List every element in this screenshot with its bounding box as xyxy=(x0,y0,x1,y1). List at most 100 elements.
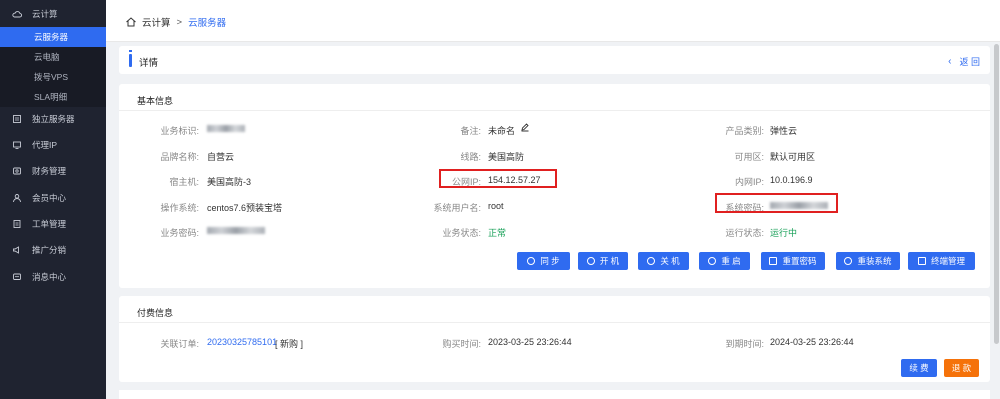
note-label: 备注: xyxy=(460,126,481,136)
cloud-icon xyxy=(12,9,22,19)
sidebar-item-label: 工单管理 xyxy=(32,219,67,229)
ticket-icon xyxy=(12,219,22,229)
topbar: 云计算 > 云服务器 xyxy=(106,0,1000,42)
host-value: 美国高防-3 xyxy=(207,177,252,187)
sidebar-item-ticket[interactable]: 工单管理 xyxy=(0,214,106,234)
buy-time-label: 购买时间: xyxy=(442,339,481,349)
megaphone-icon xyxy=(12,245,22,255)
scrollbar[interactable] xyxy=(993,42,1000,399)
breadcrumb: 云计算 > 云服务器 xyxy=(120,15,226,29)
divider xyxy=(119,322,990,323)
sidebar-item-proxy-ip[interactable]: 代理IP xyxy=(0,135,106,155)
sidebar-subitem-dial-vps[interactable]: 拨号VPS xyxy=(0,67,106,87)
sidebar-subitem-cloud-pc[interactable]: 云电脑 xyxy=(0,47,106,67)
restart-button[interactable]: 重 启 xyxy=(699,252,750,270)
breadcrumb-current: 云服务器 xyxy=(188,18,227,29)
user-icon xyxy=(12,193,22,203)
refund-button[interactable]: 退 款 xyxy=(944,359,979,377)
edit-icon[interactable] xyxy=(520,122,530,134)
cloud-icon xyxy=(844,257,853,265)
home-icon[interactable] xyxy=(125,16,137,28)
buy-time-value: 2023-03-25 23:26:44 xyxy=(488,337,572,347)
private-ip-value: 10.0.196.9 xyxy=(770,175,813,185)
reinstall-label: 重装系统 xyxy=(857,256,892,266)
sys-user-value: root xyxy=(488,201,504,211)
chevron-left-icon: ‹ xyxy=(948,56,952,67)
sidebar-group-label: 云计算 xyxy=(32,9,58,19)
run-status-label: 运行状态: xyxy=(725,228,764,238)
scrollbar-thumb[interactable] xyxy=(994,44,999,344)
sync-label: 同 步 xyxy=(540,256,560,266)
host-label: 宿主机: xyxy=(169,177,199,187)
renew-button[interactable]: 续 费 xyxy=(901,359,937,377)
basic-info-title: 基本信息 xyxy=(137,96,174,106)
expire-time-value: 2024-03-25 23:26:44 xyxy=(770,337,854,347)
basic-info-card: 基本信息 业务标识: 备注: 未命名 产品类别: 弹性云 品牌名称: 自营云 线… xyxy=(119,84,990,288)
sidebar-item-dedicated[interactable]: 独立服务器 xyxy=(0,109,106,129)
sidebar-item-member[interactable]: 会员中心 xyxy=(0,188,106,208)
breadcrumb-separator: > xyxy=(176,16,183,28)
sidebar-item-label: 代理IP xyxy=(32,140,58,150)
terminal-label: 终端管理 xyxy=(930,256,965,266)
power-off-label: 关 机 xyxy=(660,256,680,266)
sidebar-item-label: 独立服务器 xyxy=(32,114,75,124)
private-ip-label: 内网IP: xyxy=(734,177,764,187)
run-status-value: 运行中 xyxy=(770,228,798,238)
category-value: 弹性云 xyxy=(770,126,798,136)
next-card-edge xyxy=(119,390,990,399)
restart-icon xyxy=(708,257,717,265)
monitor-icon xyxy=(12,140,22,150)
power-on-label: 开 机 xyxy=(599,256,620,266)
zone-label: 可用区: xyxy=(734,152,764,162)
back-label: 返 回 xyxy=(959,57,980,67)
expire-time-label: 到期时间: xyxy=(725,339,764,349)
order-link[interactable]: 20230325785101 xyxy=(207,337,277,347)
lock-icon xyxy=(769,257,778,265)
pay-info-title: 付费信息 xyxy=(137,308,174,318)
reinstall-button[interactable]: 重装系统 xyxy=(836,252,900,270)
order-label: 关联订单: xyxy=(160,339,199,349)
brand-value: 自营云 xyxy=(207,152,235,162)
sync-button[interactable]: 同 步 xyxy=(517,252,570,270)
biz-status-value: 正常 xyxy=(488,228,507,238)
biz-pwd-label: 业务密码: xyxy=(160,228,199,238)
sidebar-item-finance[interactable]: 财务管理 xyxy=(0,161,106,181)
server-icon xyxy=(12,114,22,124)
brand-label: 品牌名称: xyxy=(160,152,199,162)
power-on-button[interactable]: 开 机 xyxy=(578,252,628,270)
pay-info-card: 付费信息 关联订单: 20230325785101 [ 新购 ] 购买时间: 2… xyxy=(119,296,990,382)
divider xyxy=(119,110,990,111)
restart-label: 重 启 xyxy=(721,256,741,266)
sidebar-item-label: 消息中心 xyxy=(32,272,67,282)
sidebar-item-label: 财务管理 xyxy=(32,166,67,176)
note-value: 未命名 xyxy=(488,126,516,136)
finance-icon xyxy=(12,166,22,176)
biz-pwd-value xyxy=(207,227,265,234)
sidebar-group-cloud[interactable]: 云计算 xyxy=(0,4,106,24)
info-icon xyxy=(129,50,132,67)
sidebar-item-label: 推广分销 xyxy=(32,245,67,255)
power-off-button[interactable]: 关 机 xyxy=(638,252,689,270)
breadcrumb-root[interactable]: 云计算 xyxy=(142,15,171,29)
biz-id-value xyxy=(207,125,245,132)
sidebar-item-message[interactable]: 消息中心 xyxy=(0,267,106,287)
sidebar-item-affiliate[interactable]: 推广分销 xyxy=(0,240,106,260)
sidebar-item-label: 会员中心 xyxy=(32,193,67,203)
message-icon xyxy=(12,272,22,282)
biz-id-label: 业务标识: xyxy=(160,126,199,136)
detail-header: 详情 ‹ 返 回 xyxy=(119,46,990,74)
reset-password-button[interactable]: 重置密码 xyxy=(761,252,825,270)
back-button[interactable]: ‹ 返 回 xyxy=(948,55,980,68)
sync-icon xyxy=(527,257,536,265)
line-value: 美国高防 xyxy=(488,152,525,162)
terminal-button[interactable]: 终端管理 xyxy=(908,252,975,270)
sidebar: 云计算 云服务器 云电脑 拨号VPS SLA明细 独立服务器 代理IP 财务管理… xyxy=(0,0,106,399)
sidebar-subitem-cloud-server[interactable]: 云服务器 xyxy=(0,27,106,47)
os-value: centos7.6预装宝塔 xyxy=(207,203,283,213)
os-label: 操作系统: xyxy=(160,203,199,213)
category-label: 产品类别: xyxy=(725,126,764,136)
order-tag: [ 新购 ] xyxy=(275,339,304,349)
sidebar-subitem-sla[interactable]: SLA明细 xyxy=(0,87,106,107)
reset-password-label: 重置密码 xyxy=(782,256,817,266)
highlight-sys-pwd xyxy=(715,193,838,213)
